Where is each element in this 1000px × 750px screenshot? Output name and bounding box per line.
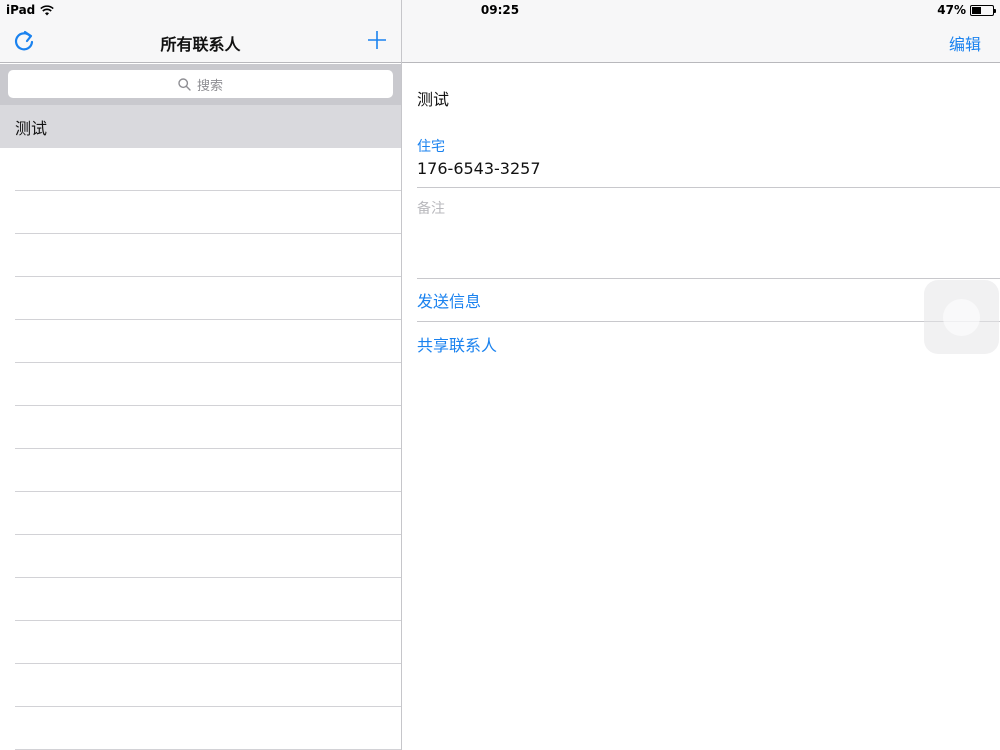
assistive-touch-button[interactable]: [924, 280, 999, 354]
notes-label: 备注: [417, 201, 445, 217]
list-item: [15, 449, 401, 492]
list-item: [15, 406, 401, 449]
plus-icon: [368, 31, 386, 49]
list-item: [15, 234, 401, 277]
assistive-touch-inner: [943, 299, 980, 336]
send-message-label: 发送信息: [417, 292, 482, 311]
phone-label: 住宅: [417, 139, 445, 155]
list-item: [15, 320, 401, 363]
phone-field: 住宅 176-6543-3257: [417, 136, 1000, 188]
list-item: [15, 363, 401, 406]
battery-percent: 47%: [937, 3, 966, 17]
list-item: [15, 578, 401, 621]
contact-detail-pane: 测试 住宅 176-6543-3257 备注 发送信息 共享联系人: [402, 64, 1000, 750]
list-item: [15, 621, 401, 664]
page-title: 所有联系人: [160, 35, 241, 54]
battery-icon: [970, 4, 996, 16]
master-nav-bar: 所有联系人: [0, 20, 401, 63]
search-icon: [178, 77, 191, 91]
list-item: [15, 707, 401, 750]
contacts-list: 测试: [0, 105, 401, 750]
search-input[interactable]: 搜索: [8, 70, 393, 98]
share-contact-label: 共享联系人: [417, 335, 498, 355]
battery-group: 47%: [937, 3, 996, 17]
contact-row-selected[interactable]: 测试: [0, 105, 401, 148]
battery-level: [972, 6, 982, 14]
list-item: [15, 664, 401, 707]
add-contact-button[interactable]: [364, 27, 390, 53]
search-placeholder: 搜索: [196, 78, 223, 94]
share-contact-button[interactable]: 共享联系人: [417, 322, 1000, 365]
contacts-list-pane: 搜索 测试: [0, 64, 401, 750]
notes-field[interactable]: 备注: [417, 188, 1000, 279]
edit-button[interactable]: 编辑: [949, 31, 981, 55]
list-item: [15, 535, 401, 578]
list-item: [15, 277, 401, 320]
list-item: [15, 191, 401, 234]
phone-number[interactable]: 176-6543-3257: [417, 159, 1000, 178]
list-item: [15, 492, 401, 535]
send-message-button[interactable]: 发送信息: [417, 279, 1000, 322]
search-bar: 搜索: [0, 64, 401, 105]
status-time: 09:25: [480, 3, 520, 17]
list-item: [15, 148, 401, 191]
contact-name: 测试: [15, 118, 48, 138]
detail-nav-bar: 编辑: [402, 20, 1000, 63]
status-bar: iPad 09:25 47%: [0, 0, 1000, 20]
contact-detail-name: 测试: [417, 90, 450, 109]
